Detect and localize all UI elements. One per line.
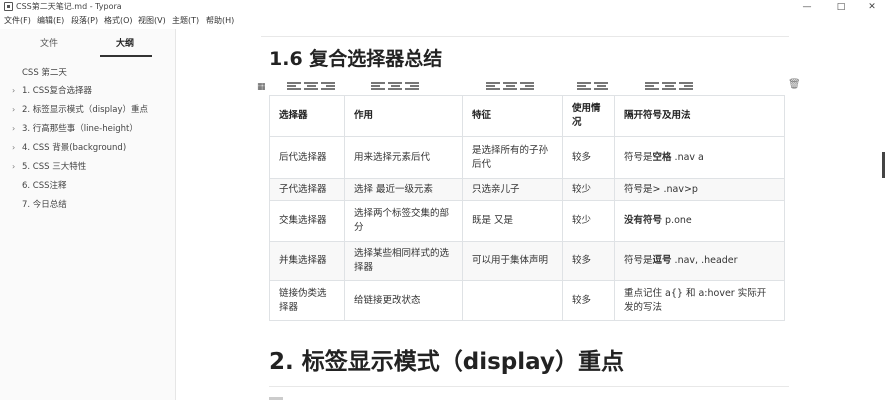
column-align-center-icon[interactable] (388, 82, 402, 90)
table-cell[interactable]: 交集选择器 (269, 200, 345, 242)
table-cell[interactable]: 选择某些相同样式的选择器 (344, 241, 463, 281)
table-header-row: 选择器 作用 特征 使用情况 隔开符号及用法 (269, 95, 785, 137)
table-row: 链接伪类选择器 给链接更改状态 较多 重点记住 a{} 和 a:hover 实际… (269, 280, 785, 321)
cell-text: 符号是 (624, 255, 653, 266)
table-cell[interactable]: 选择 最近一级元素 (344, 178, 463, 201)
typora-app-icon (4, 2, 13, 11)
menu-view[interactable]: 视图(V) (138, 15, 166, 27)
outline-item-composite-selectors[interactable]: 1. CSS复合选择器 (22, 85, 92, 97)
table-cell[interactable]: 较少 (562, 200, 615, 242)
heading-display-mode: 2. 标签显示模式（display）重点 (269, 349, 624, 375)
menu-bar: 文件(F) 编辑(E) 段落(P) 格式(O) 视图(V) 主题(T) 帮助(H… (0, 14, 887, 29)
menu-theme[interactable]: 主题(T) (172, 15, 199, 27)
expand-caret-icon[interactable]: › (12, 161, 15, 173)
table-cell[interactable]: 是选择所有的子孙后代 (462, 136, 563, 179)
cell-text: .nav, .header (671, 255, 738, 266)
menu-help[interactable]: 帮助(H) (206, 15, 234, 27)
table-header-cell[interactable]: 隔开符号及用法 (614, 95, 785, 137)
table-cell[interactable]: 既是 又是 (462, 200, 563, 242)
table-cell[interactable]: 选择两个标签交集的部分 (344, 200, 463, 242)
code-block-bottom-border (261, 36, 789, 37)
table-row: 交集选择器 选择两个标签交集的部分 既是 又是 较少 没有符号 p.one (269, 200, 785, 242)
column-align-right-icon[interactable] (405, 82, 419, 90)
column-align-left-icon[interactable] (371, 82, 385, 90)
align-left-icon[interactable] (287, 82, 301, 90)
table-header-cell[interactable]: 选择器 (269, 95, 345, 137)
scrollbar-thumb[interactable] (882, 152, 885, 178)
cell-text-bold: 逗号 (652, 255, 672, 266)
table-row: 后代选择器 用来选择元素后代 是选择所有的子孙后代 较多 符号是空格 .nav … (269, 136, 785, 179)
outline-item-summary[interactable]: 7. 今日总结 (22, 199, 67, 211)
heading-composite-summary: 1.6 复合选择器总结 (269, 48, 443, 70)
close-button[interactable]: ✕ (857, 0, 887, 14)
menu-file[interactable]: 文件(F) (4, 15, 31, 27)
cell-text: .nav a (671, 151, 704, 163)
tab-files[interactable]: 文件 (40, 38, 58, 50)
column-align-right-icon[interactable] (520, 82, 534, 90)
tab-outline[interactable]: 大纲 (116, 38, 134, 50)
table-cell[interactable]: 可以用于集体声明 (462, 241, 563, 281)
editor-scrollbar[interactable] (880, 29, 887, 400)
outline-item-three-features[interactable]: 5. CSS 三大特性 (22, 161, 86, 173)
table-cell[interactable]: 较多 (562, 136, 615, 179)
menu-edit[interactable]: 编辑(E) (37, 15, 64, 27)
heading-underline (269, 386, 789, 387)
table-cell[interactable]: 只选亲儿子 (462, 178, 563, 201)
table-cell[interactable]: 子代选择器 (269, 178, 345, 201)
cell-text-bold: 没有符号 (624, 215, 663, 226)
expand-caret-icon[interactable]: › (12, 85, 15, 97)
table-cell[interactable]: 没有符号 p.one (614, 200, 785, 242)
minimize-button[interactable]: — (792, 0, 822, 14)
expand-caret-icon[interactable]: › (12, 104, 15, 116)
table-cell[interactable]: 后代选择器 (269, 136, 345, 179)
cell-text: 符号是 (624, 151, 653, 163)
column-align-center-icon[interactable] (662, 82, 676, 90)
outline-item-line-height[interactable]: 3. 行高那些事（line-height） (22, 123, 138, 135)
table-cell[interactable]: 符号是> .nav>p (614, 178, 785, 201)
sidebar: 文件 大纲 CSS 第二天 › 1. CSS复合选择器 › 2. 标签显示模式（… (0, 29, 176, 400)
table-header-cell[interactable]: 特征 (462, 95, 563, 137)
column-align-center-icon[interactable] (594, 82, 608, 90)
align-right-icon[interactable] (321, 82, 335, 90)
active-tab-indicator (100, 55, 152, 57)
maximize-button[interactable]: □ (826, 0, 856, 14)
table-cell[interactable]: 链接伪类选择器 (269, 280, 345, 321)
table-row: 并集选择器 选择某些相同样式的选择器 可以用于集体声明 较多 符号是逗号 .na… (269, 241, 785, 281)
outline-item-display-mode[interactable]: 2. 标签显示模式（display）重点 (22, 104, 148, 116)
title-bar: CSS第二天笔记.md - Typora — □ ✕ (0, 0, 887, 14)
outline-item-comments[interactable]: 6. CSS注释 (22, 180, 67, 192)
table-cell[interactable]: 较多 (562, 241, 615, 281)
table-cell[interactable]: 给链接更改状态 (344, 280, 463, 321)
table-menu-icon[interactable]: ▦ (257, 82, 266, 92)
table-header-cell[interactable]: 作用 (344, 95, 463, 137)
column-align-right-icon[interactable] (679, 82, 693, 90)
table-cell[interactable]: 用来选择元素后代 (344, 136, 463, 179)
selector-summary-table[interactable]: 选择器 作用 特征 使用情况 隔开符号及用法 后代选择器 用来选择元素后代 是选… (269, 95, 785, 321)
table-cell[interactable]: 较多 (562, 280, 615, 321)
menu-paragraph[interactable]: 段落(P) (71, 15, 98, 27)
cell-text: p.one (662, 215, 692, 226)
expand-caret-icon[interactable]: › (12, 142, 15, 154)
menu-format[interactable]: 格式(O) (104, 15, 133, 27)
align-center-icon[interactable] (304, 82, 318, 90)
table-cell[interactable]: 并集选择器 (269, 241, 345, 281)
column-align-left-icon[interactable] (486, 82, 500, 90)
table-header-cell[interactable]: 使用情况 (562, 95, 615, 137)
cell-text-bold: 空格 (652, 151, 672, 163)
outline-item-background[interactable]: 4. CSS 背景(background) (22, 142, 126, 154)
table-cell[interactable]: 符号是逗号 .nav, .header (614, 241, 785, 281)
table-row: 子代选择器 选择 最近一级元素 只选亲儿子 较少 符号是> .nav>p (269, 178, 785, 201)
delete-table-icon[interactable]: 🗑 (788, 80, 801, 90)
window-title: CSS第二天笔记.md - Typora (16, 2, 122, 11)
column-align-left-icon[interactable] (577, 82, 591, 90)
table-cell[interactable]: 符号是空格 .nav a (614, 136, 785, 179)
table-cell[interactable] (462, 280, 563, 321)
column-align-center-icon[interactable] (503, 82, 517, 90)
outline-item-css-day2[interactable]: CSS 第二天 (22, 67, 67, 79)
column-align-left-icon[interactable] (645, 82, 659, 90)
editor-content[interactable]: 1.6 复合选择器总结 ▦ 🗑 选择器 作用 特征 使用情况 隔开符号及用法 后… (177, 29, 887, 400)
table-cell[interactable]: 较少 (562, 178, 615, 201)
expand-caret-icon[interactable]: › (12, 123, 15, 135)
table-cell[interactable]: 重点记住 a{} 和 a:hover 实际开发的写法 (614, 280, 785, 321)
